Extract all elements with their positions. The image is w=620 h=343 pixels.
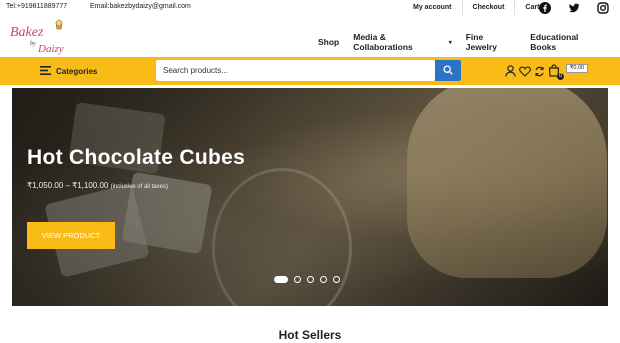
nav-shop[interactable]: Shop [318,32,339,52]
facebook-icon[interactable] [539,2,551,14]
nav-jewelry-label: Fine Jewelry [465,32,497,52]
checkout-link[interactable]: Checkout [463,0,516,15]
compare-icon[interactable] [534,64,545,82]
hero-title[interactable]: Hot Chocolate Cubes [27,146,245,170]
slider-dot-1[interactable] [274,276,288,283]
menu-icon [40,66,51,77]
hero-price-range: ₹1,050.00 – ₹1,100.00 [27,181,109,190]
search-input[interactable] [156,60,435,81]
nav-fine-jewelry[interactable]: Fine Jewelry [466,32,517,52]
nav-media-collaborations[interactable]: Media & Collaborations ▾ [353,32,451,52]
cart-total[interactable]: ₹0.00 [566,64,588,73]
header-icons [505,64,563,82]
account-links: My account Checkout Cart [403,0,549,15]
categories-label: Categories [56,67,98,76]
search-icon [443,62,453,80]
instagram-icon[interactable] [597,2,609,14]
view-product-button[interactable]: VIEW PRODUCT [27,222,115,249]
slider-dot-3[interactable] [307,276,314,283]
hero-slider: Hot Chocolate Cubes ₹1,050.00 – ₹1,100.0… [12,88,608,306]
site-logo[interactable]: Bakez by Daizy [6,19,74,55]
chevron-down-icon: ▾ [448,39,452,46]
logo-text-daizy: Daizy [37,43,64,55]
nav-media-label: Media & Collaborations [353,32,413,52]
search-box [156,60,435,81]
email-address[interactable]: Email:bakezbydaizy@gmail.com [90,3,191,10]
slider-dot-5[interactable] [333,276,340,283]
nav-shop-label: Shop [318,37,340,47]
user-icon[interactable] [505,64,516,82]
my-account-link[interactable]: My account [403,0,463,15]
search-button[interactable] [435,60,461,81]
hero-tax-note: (inclusive of all taxes) [110,184,168,190]
nav-books-label: Educational Books [530,32,579,52]
twitter-icon[interactable] [568,2,580,14]
main-nav: Shop Media & Collaborations ▾ Fine Jewelr… [318,32,620,52]
hero-overlay [12,88,608,306]
search-bar-strip: Categories 0 ₹0.00 [0,57,620,85]
logo-text-by: by [30,41,36,47]
nav-educational-books[interactable]: Educational Books [530,32,606,52]
top-bar: Tel:+919811889777 Email:bakezbydaizy@gma… [0,0,620,15]
heart-icon[interactable] [519,64,531,82]
social-links [539,2,609,14]
logo-text-bakez: Bakez [10,25,44,40]
slider-dot-2[interactable] [294,276,301,283]
hot-sellers-heading: Hot Sellers [278,328,342,342]
phone-number[interactable]: Tel:+919811889777 [6,3,67,10]
cart-count-badge: 0 [557,73,564,80]
main-header: Bakez by Daizy Shop Media & Collaboratio… [0,15,620,57]
categories-toggle[interactable]: Categories [40,66,97,77]
hero-price: ₹1,050.00 – ₹1,100.00 (inclusive of all … [27,181,168,190]
slider-dot-4[interactable] [320,276,327,283]
slider-dots [274,276,340,283]
